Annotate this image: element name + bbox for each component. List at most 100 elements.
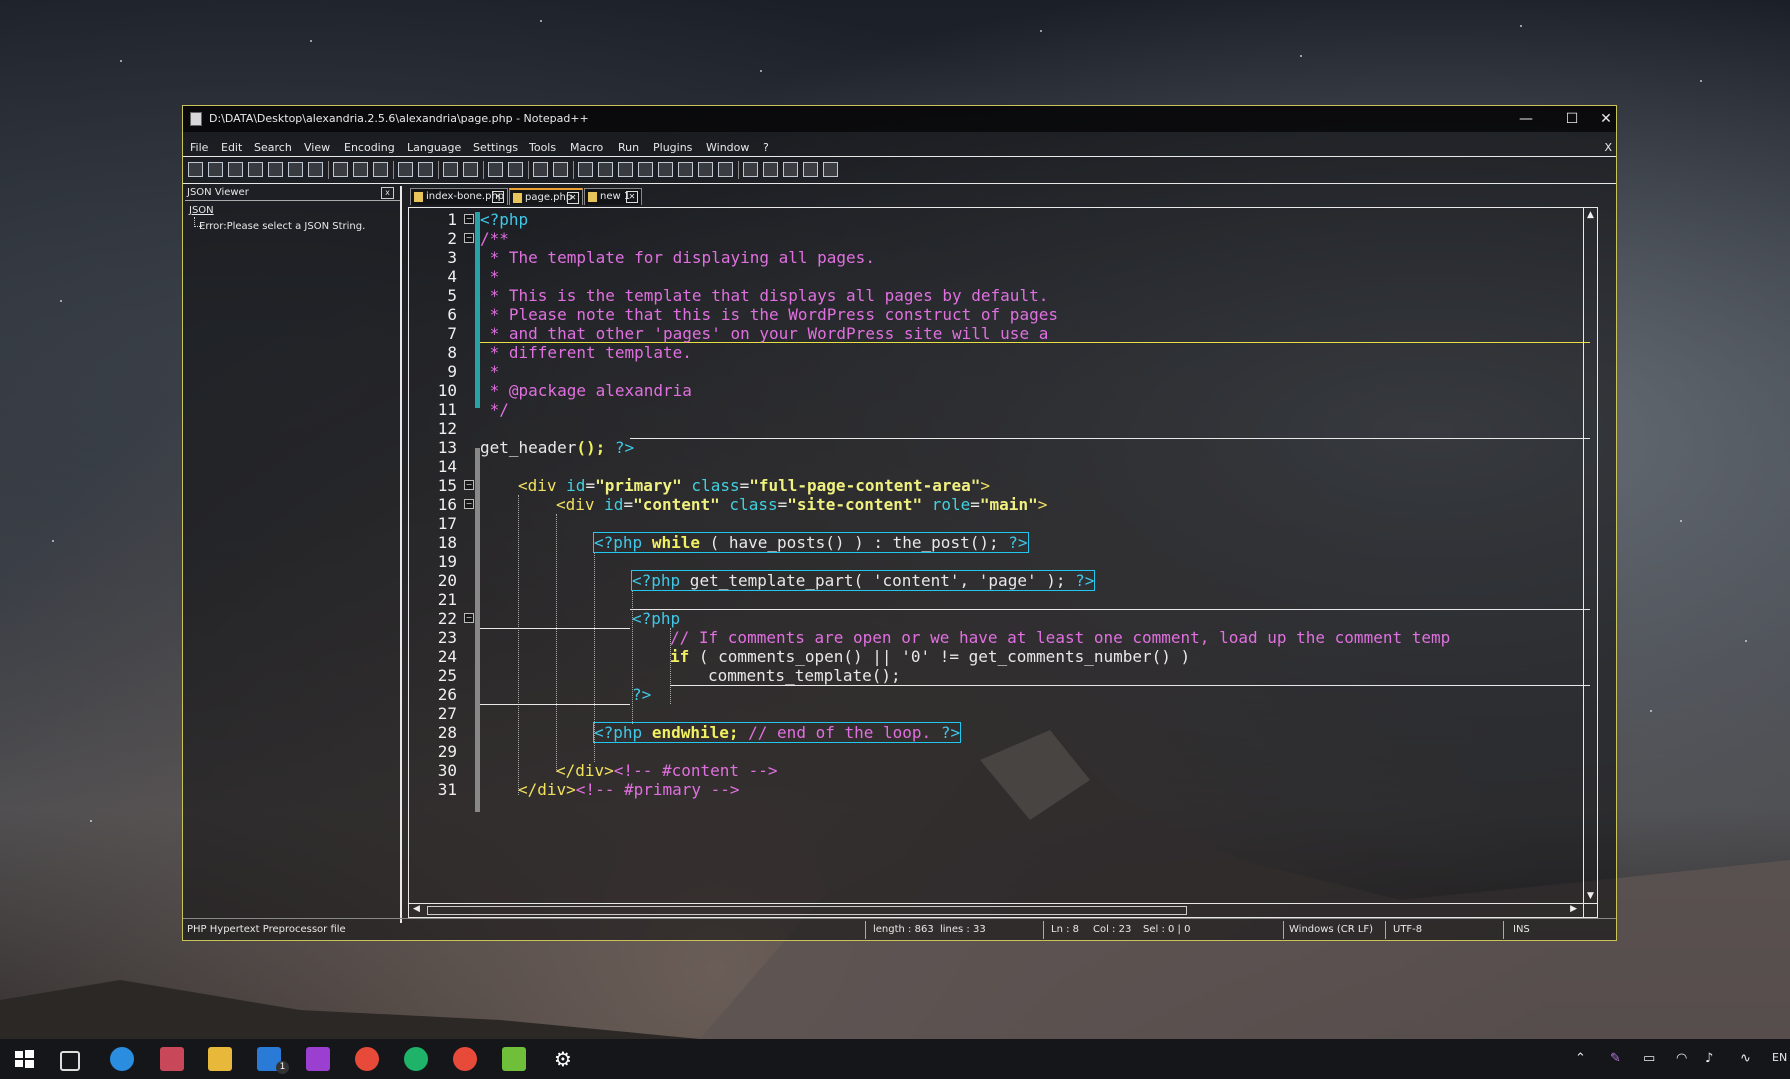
insert-mode-label[interactable]: INS [1513,924,1530,935]
horizontal-scrollbar[interactable]: ◀ ▶ [409,903,1597,917]
chevron-up-icon[interactable]: ⌃ [1575,1051,1586,1066]
record-macro-icon[interactable] [743,162,758,177]
monitoring-icon[interactable] [718,162,733,177]
file-explorer-icon[interactable] [208,1047,232,1071]
define-language-icon[interactable] [638,162,653,177]
task-view-icon[interactable] [60,1051,80,1071]
eol-format-label[interactable]: Windows (CR LF) [1289,924,1373,935]
app-icon[interactable] [160,1047,184,1071]
menu-encoding[interactable]: Encoding [344,141,395,154]
play-macro-icon[interactable] [783,162,798,177]
close-all-icon[interactable] [288,162,303,177]
battery-icon[interactable]: ▭ [1643,1051,1655,1066]
code-token: <div [556,495,605,514]
sync-horizontal-icon[interactable] [553,162,568,177]
tab-close-icon[interactable]: ✕ [567,192,579,204]
menu-macro[interactable]: Macro [570,141,603,154]
chrome-icon[interactable] [453,1047,477,1071]
folder-workspace-icon[interactable] [698,162,713,177]
json-tree-root[interactable]: JSON [189,205,214,216]
fold-margin: − − − − − [461,208,474,917]
close-button[interactable]: ✕ [1595,106,1617,132]
menu-settings[interactable]: Settings [473,141,518,154]
toolbar-separator [483,161,484,179]
paste-icon[interactable] [373,162,388,177]
menu-search[interactable]: Search [254,141,292,154]
tab-close-icon[interactable]: ✕ [492,191,504,203]
tab-close-icon[interactable]: ✕ [626,191,638,203]
edge-browser-icon[interactable] [110,1047,134,1071]
language-indicator[interactable]: EN [1772,1051,1787,1064]
copy-icon[interactable] [353,162,368,177]
menu-view[interactable]: View [304,141,330,154]
menu-tools[interactable]: Tools [529,141,556,154]
zoom-out-icon[interactable] [508,162,523,177]
fold-toggle-icon[interactable]: − [464,499,474,509]
code-line-23: // If comments are open or we have at le… [670,628,1451,647]
minimize-button[interactable]: — [1503,106,1549,132]
indent-guide-icon[interactable] [618,162,633,177]
chrome-icon[interactable] [355,1047,379,1071]
save-macro-icon[interactable] [823,162,838,177]
function-list-icon[interactable] [678,162,693,177]
phpstorm-icon[interactable] [306,1047,330,1071]
save-icon[interactable] [228,162,243,177]
menu-window[interactable]: Window [706,141,749,154]
show-all-chars-icon[interactable] [598,162,613,177]
sync-vertical-icon[interactable] [533,162,548,177]
save-all-icon[interactable] [248,162,263,177]
title-bar[interactable]: D:\DATA\Desktop\alexandria.2.5.6\alexand… [183,106,1616,132]
find-icon[interactable] [443,162,458,177]
grammarly-icon[interactable] [404,1047,428,1071]
menu-file[interactable]: File [190,141,208,154]
settings-gear-icon[interactable]: ⚙ [551,1047,575,1071]
new-file-icon[interactable] [188,162,203,177]
code-line-7: * and that other 'pages' on your WordPre… [480,324,1049,343]
menu-language[interactable]: Language [407,141,461,154]
menu-run[interactable]: Run [618,141,639,154]
doc-map-icon[interactable] [658,162,673,177]
print-icon[interactable] [308,162,323,177]
cut-icon[interactable] [333,162,348,177]
open-file-icon[interactable] [208,162,223,177]
tab-page[interactable]: page.php ✕ [509,188,583,205]
code-line-11: */ [480,400,509,419]
stop-macro-icon[interactable] [763,162,778,177]
code-editor[interactable]: 1 2 3 4 5 6 7 8 9 10 11 12 13 14 15 16 1… [408,207,1598,918]
menu-edit[interactable]: Edit [221,141,242,154]
fold-toggle-icon[interactable]: − [464,233,474,243]
json-tree-error[interactable]: Error:Please select a JSON String. [199,221,365,232]
undo-icon[interactable] [398,162,413,177]
close-file-icon[interactable] [268,162,283,177]
replace-icon[interactable] [463,162,478,177]
menu-help[interactable]: ? [763,141,769,154]
zoom-in-icon[interactable] [488,162,503,177]
encoding-label[interactable]: UTF-8 [1393,924,1422,935]
maximize-button[interactable]: ☐ [1549,106,1595,132]
scroll-down-icon[interactable]: ▼ [1584,889,1597,903]
run-macro-multiple-icon[interactable] [803,162,818,177]
fold-toggle-icon[interactable]: − [464,214,474,224]
vertical-scrollbar[interactable]: ▲ ▼ [1583,208,1597,917]
tab-index-bone[interactable]: index-bone.php ✕ [410,188,508,205]
redo-icon[interactable] [418,162,433,177]
wifi-icon[interactable]: ◠ [1676,1051,1687,1066]
horizontal-scroll-thumb[interactable] [427,906,1187,915]
fold-toggle-icon[interactable]: − [464,613,474,623]
scroll-right-icon[interactable]: ▶ [1570,904,1577,914]
json-viewer-close-icon[interactable]: x [381,187,394,199]
pen-icon[interactable]: ✎ [1610,1051,1621,1066]
tab-new-1[interactable]: new 1 ✕ [584,188,642,205]
code-line-2: /** [480,229,509,248]
start-button[interactable] [12,1047,36,1071]
scroll-left-icon[interactable]: ◀ [413,904,420,914]
menu-plugins[interactable]: Plugins [653,141,692,154]
notepadpp-taskbar-icon[interactable] [502,1047,526,1071]
word-wrap-icon[interactable] [578,162,593,177]
fold-toggle-icon[interactable]: − [464,480,474,490]
scroll-up-icon[interactable]: ▲ [1584,208,1597,222]
close-document-button[interactable]: X [1604,141,1612,154]
network-icon[interactable]: ∿ [1740,1051,1751,1066]
volume-icon[interactable]: ♪ [1705,1051,1713,1066]
code-token: ?> [940,723,961,742]
